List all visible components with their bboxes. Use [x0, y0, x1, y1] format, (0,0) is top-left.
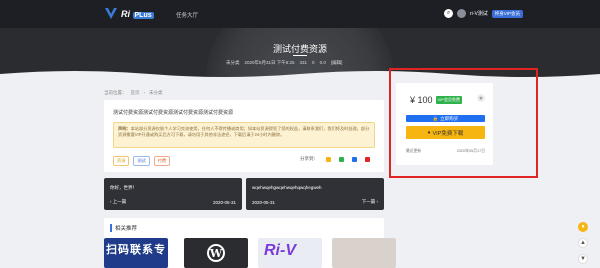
post-meta: 未分类 2020年5月31日 下午6:25 331 0 0.0 [编辑]: [226, 60, 342, 66]
meta-category[interactable]: 未分类: [226, 60, 240, 66]
notice-label: 声明：: [118, 126, 131, 131]
share-label: 分享到：: [300, 156, 318, 161]
tag-item[interactable]: 资源: [113, 156, 130, 166]
share-qq-icon[interactable]: [352, 156, 357, 162]
site-logo[interactable]: Ri PLus: [104, 7, 154, 20]
breadcrumb-home[interactable]: 首页: [131, 90, 140, 96]
share-weibo-icon[interactable]: [365, 156, 370, 162]
logo-text: Ri PLus: [121, 8, 154, 19]
vip-float-button[interactable]: ♦: [578, 222, 588, 232]
article-body: 测试付费资源测试付费资源测试付费资源测试付费资源: [113, 110, 234, 116]
related-thumb[interactable]: Ri-V: [258, 238, 322, 268]
title-divider: [293, 55, 307, 56]
top-navbar: Ri PLus 任务大厅 ⌕ ri-V测试 终身VIP会员: [0, 0, 600, 28]
previous-post-title: 你好，世界！: [110, 185, 137, 190]
related-title: 相关推荐: [110, 224, 137, 232]
breadcrumb-category[interactable]: 未分类: [149, 90, 163, 96]
avatar[interactable]: [457, 9, 466, 18]
page-title: 测试付费资源: [272, 44, 327, 54]
highlight-annotation-box: [389, 68, 538, 178]
meta-rating: 0.0: [319, 60, 326, 65]
thumb-text: Ri-V: [264, 242, 296, 259]
wordpress-icon: W: [207, 244, 225, 262]
previous-post-label: ‹ 上一篇: [110, 199, 127, 204]
back-to-top-button[interactable]: ▲: [578, 238, 588, 248]
next-post-label: 下一篇 ›: [361, 199, 378, 204]
related-thumb[interactable]: [332, 238, 396, 268]
share-bar: 分享到：: [300, 156, 370, 162]
logo-icon: [105, 8, 117, 19]
breadcrumb: 当前位置： 首页 › 未分类: [104, 90, 163, 96]
related-thumb[interactable]: W: [184, 238, 248, 268]
tag-item[interactable]: 测试: [133, 156, 150, 166]
back-to-bottom-button[interactable]: ▼: [578, 254, 588, 264]
username[interactable]: ri-V测试: [470, 10, 488, 17]
nav-item-task-hall[interactable]: 任务大厅: [176, 11, 198, 19]
previous-post-card[interactable]: 你好，世界！ ‹ 上一篇 2020-05-31: [104, 178, 242, 210]
related-posts: 相关推荐 扫码联系专 W Ri-V: [104, 218, 396, 268]
breadcrumb-separator: ›: [143, 90, 146, 95]
next-post-date: 2020-05-31: [252, 200, 276, 205]
meta-date: 2020年5月31日 下午6:25: [244, 60, 295, 65]
tag-item[interactable]: 付费: [153, 156, 171, 166]
next-post-title: wqehwqehgwqehwqehqwqhegweh: [252, 185, 322, 190]
user-area: ⌕ ri-V测试 终身VIP会员: [444, 9, 524, 18]
related-thumb[interactable]: 扫码联系专: [104, 238, 168, 268]
notice-text: 本站部分资源仅限个人学习交流使用，任何人不得传播或商用；如本站资源侵犯了您的权益…: [118, 126, 370, 137]
next-post-card[interactable]: wqehwqehgwqehwqehqwqhegweh 2020-05-31 下一…: [246, 178, 384, 210]
share-qzone-icon[interactable]: [326, 156, 331, 162]
article-card: 测试付费资源测试付费资源测试付费资源测试付费资源 声明：本站部分资源仅限个人学习…: [104, 100, 384, 172]
vip-badge: 终身VIP会员: [491, 9, 524, 18]
meta-edit-link[interactable]: [编辑]: [331, 60, 343, 66]
search-icon[interactable]: ⌕: [444, 9, 453, 18]
logo-badge: PLus: [132, 11, 154, 19]
thumb-text: 扫码联系专: [106, 244, 166, 256]
previous-post-date: 2020-05-31: [212, 200, 236, 205]
meta-comments: 0: [312, 60, 315, 65]
tag-list: 资源 测试 付费: [113, 156, 171, 166]
breadcrumb-label: 当前位置：: [104, 90, 127, 95]
meta-views: 331: [299, 60, 308, 65]
share-wechat-icon[interactable]: [339, 156, 344, 162]
copyright-notice: 声明：本站部分资源仅限个人学习交流使用，任何人不得传播或商用；如本站资源侵犯了您…: [113, 122, 375, 148]
